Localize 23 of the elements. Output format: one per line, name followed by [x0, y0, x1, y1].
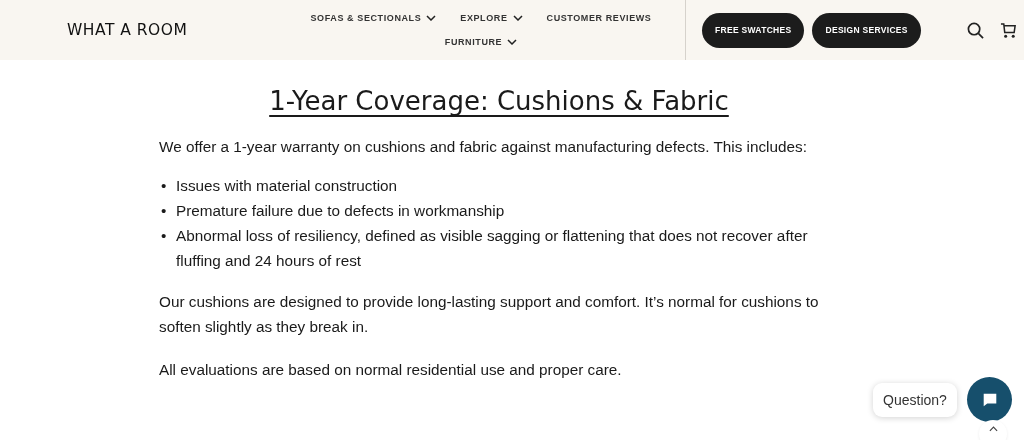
header-button[interactable]: FREE SWATCHES [702, 12, 805, 48]
bullet-marker: • [160, 201, 168, 221]
nav-link[interactable]: EXPLORE [460, 13, 523, 23]
nav-link[interactable]: FURNITURE [444, 37, 518, 47]
section-heading: 1-Year Coverage: Cushions & Fabric [268, 86, 730, 116]
question-bubble[interactable]: Question? [873, 383, 957, 417]
body-paragraph: Our cushions are designed to provide long-lasting support and comfort. It’s normal for cushions to soften slightly as they break in. [159, 292, 820, 337]
bullet-item: Abnormal loss of resiliency, defined as visible sagging or flattening that does not recover after fluffing and 24 hours of rest [176, 226, 809, 271]
bullet-marker: • [160, 226, 168, 246]
body-paragraph: All evaluations are based on normal residential use and proper care. [159, 360, 623, 380]
bullet-item: Issues with material construction [176, 176, 399, 196]
chevron-up-icon [988, 426, 998, 432]
chat-button[interactable] [967, 377, 1012, 422]
cart-icon[interactable] [999, 21, 1017, 39]
nav-link[interactable]: CUSTOMER REVIEWS [546, 13, 652, 23]
logo[interactable]: WHAT A ROOM [67, 21, 267, 39]
bullet-item: Premature failure due to defects in workmanship [176, 201, 506, 221]
bullet-marker: • [160, 176, 168, 196]
header-button[interactable]: DESIGN SERVICES [812, 12, 921, 48]
search-icon[interactable] [966, 21, 984, 39]
nav-link[interactable]: SOFAS & SECTIONALS [310, 13, 437, 23]
scroll-top-button[interactable] [979, 420, 1007, 440]
intro-paragraph: We offer a 1-year warranty on cushions and fabric against manufacturing defects. This includes: [159, 137, 808, 157]
